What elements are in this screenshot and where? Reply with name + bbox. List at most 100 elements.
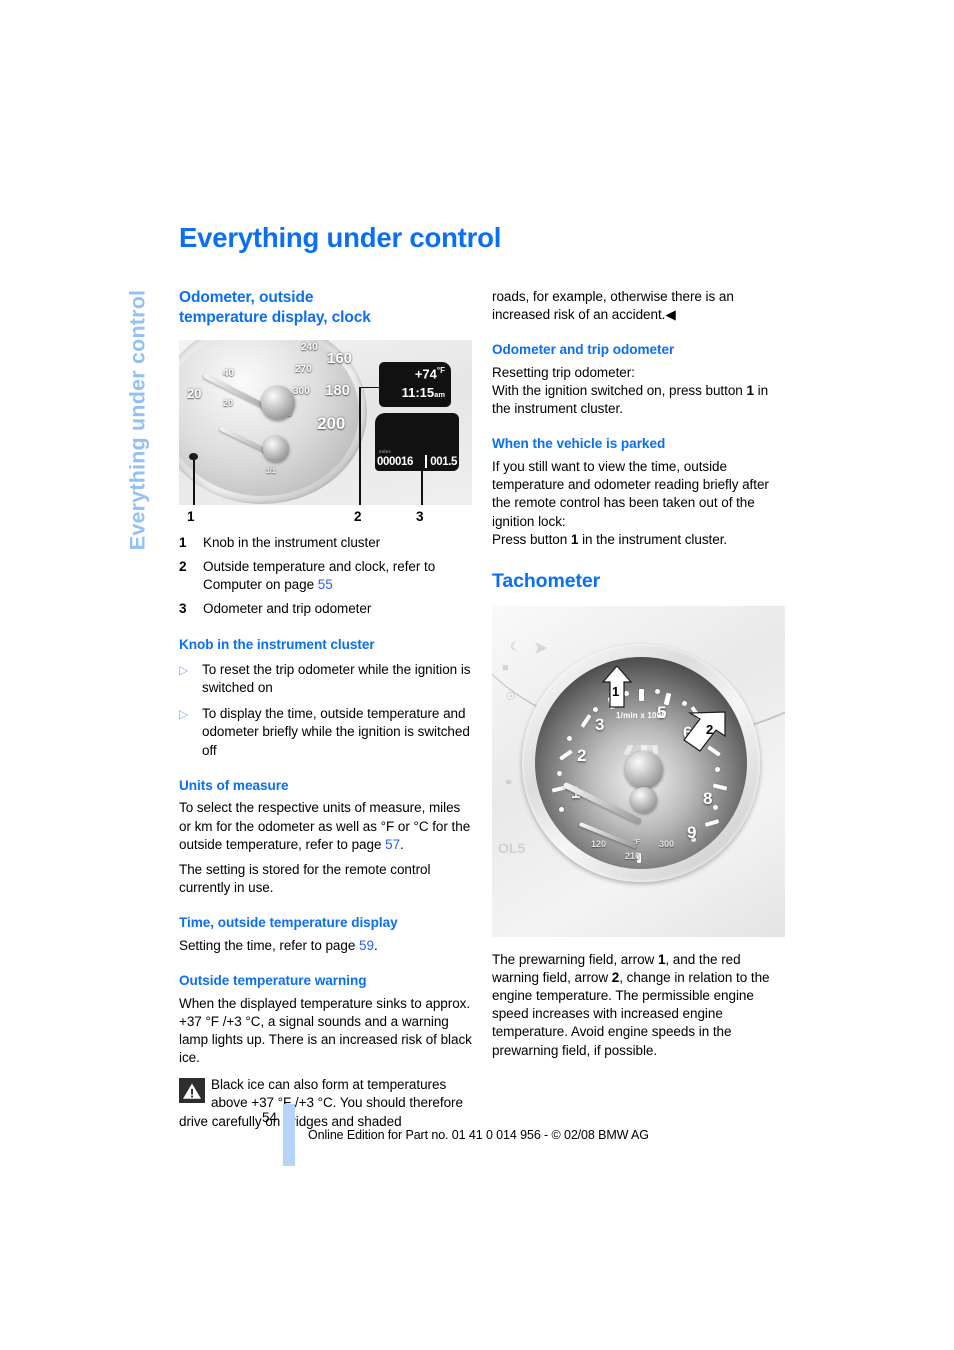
heading-outside-temperature-warning: Outside temperature warning — [179, 973, 367, 989]
warning-continuation-paragraph: roads, for example, otherwise there is a… — [492, 288, 785, 324]
figure-callout-2: 2 — [354, 508, 362, 524]
tach-dot — [559, 806, 564, 812]
bullet-text: To reset the trip odometer while the ign… — [202, 661, 471, 696]
arrow-callout-2-label: 2 — [706, 721, 714, 737]
right-column: roads, for example, otherwise there is a… — [492, 288, 785, 1060]
section-heading-line1: Odometer, outside — [179, 289, 314, 306]
trip-odometer-value: 001.5 — [430, 455, 457, 468]
tach-number-2: 2 — [577, 745, 587, 765]
tachometer-figure: ☾ ➤ ■ ☉ ⚭ OL5 2 3 5 6 8 9 1/min x 1000 1… — [492, 605, 785, 937]
tachometer-hub — [625, 750, 663, 789]
units-paragraph-1: To select the respective units of measur… — [179, 799, 472, 853]
brake-icon: ☉ — [506, 690, 516, 703]
page-number: 54 — [262, 1110, 278, 1125]
figure-callout-3: 3 — [416, 508, 424, 524]
section-heading-line2: temperature display, clock — [179, 308, 371, 326]
speedo-number: 200 — [317, 413, 346, 433]
button-reference-1: 1 — [746, 383, 754, 399]
knob-bullet-list: ▷ To reset the trip odometer while the i… — [179, 661, 472, 760]
bullet-text: To display the time, outside temperature… — [202, 706, 470, 758]
warning-continuation-text: roads, for example, otherwise there is a… — [492, 289, 734, 323]
units-paragraph-1-end: . — [400, 836, 404, 852]
callout-leader-2-h — [359, 386, 387, 389]
tach-dot — [655, 688, 660, 694]
clock-time: 11:15 — [401, 384, 435, 400]
triangle-bullet-icon: ▷ — [179, 662, 189, 677]
figure-legend-list: 1 Knob in the instrument cluster 2 Outsi… — [179, 534, 472, 619]
speedo-number: 20 — [187, 385, 202, 401]
speedo-number: 240 — [301, 341, 318, 353]
time-paragraph-end: . — [373, 937, 378, 953]
chapter-side-tab: Everything under control — [118, 255, 158, 585]
speedo-number: 20 — [223, 397, 234, 408]
tach-dot — [713, 804, 718, 810]
odometer-unit-label: miles — [379, 448, 392, 454]
tach-dot — [557, 770, 562, 776]
legend-item: 1 Knob in the instrument cluster — [179, 534, 472, 552]
bullet-item: ▷ To display the time, outside temperatu… — [179, 705, 472, 759]
odometer-paragraph-2-a: With the ignition switched on, press but… — [492, 383, 747, 399]
heading-knob-in-cluster: Knob in the instrument cluster — [179, 637, 375, 653]
speedometer-hub — [261, 385, 295, 420]
legend-number: 2 — [179, 558, 187, 574]
tach-dot — [715, 766, 720, 772]
legend-number: 3 — [179, 601, 187, 617]
tach-tick — [712, 783, 728, 791]
battery-icon: ■ — [502, 661, 509, 674]
arrow-callout-1-label: 1 — [612, 683, 620, 699]
odometer-paragraph-1: Resetting trip odometer: — [492, 364, 635, 380]
odometer-readouts: 000016 001.5 — [377, 456, 457, 468]
outside-temp-warning-paragraph: When the displayed temperature sinks to … — [179, 995, 472, 1066]
glow-plug-icon: ☾ — [510, 640, 520, 653]
oil-unit-label: °F — [633, 838, 641, 846]
odometer-separator — [425, 454, 427, 468]
tach-tick — [704, 819, 720, 827]
parked-paragraph-2-a: Press button — [492, 531, 571, 547]
triangle-bullet-icon: ▷ — [179, 707, 189, 722]
figure-callout-1: 1 — [187, 508, 195, 524]
legend-item: 3 Odometer and trip odometer — [179, 600, 472, 618]
heading-time-outside-temp-display: Time, outside temperature display — [179, 915, 398, 931]
warning-triangle-svg — [183, 1083, 201, 1100]
page-reference-link[interactable]: 59 — [359, 938, 374, 953]
section-heading-odometer: Odometer, outside temperature display, c… — [179, 288, 472, 328]
seatbelt-icon: ⚭ — [504, 776, 514, 789]
speedometer-face: 20 40 20 240 270 300 330 160 180 200 — [179, 339, 359, 496]
page-reference-link[interactable]: 55 — [318, 577, 333, 592]
warning-callout-block: Black ice can also form at temperatures … — [179, 1076, 472, 1130]
warning-end-marker-icon: ◀ — [665, 307, 676, 323]
speedo-number: 270 — [295, 363, 312, 375]
warning-callout-text: Black ice can also form at temperatures … — [179, 1077, 463, 1129]
oil-label-210: 210 — [625, 850, 641, 861]
outside-temperature-value: +74°F — [379, 366, 445, 381]
footer-text: Online Edition for Part no. 01 41 0 014 … — [308, 1128, 649, 1142]
heading-odometer-trip-odometer: Odometer and trip odometer — [492, 342, 675, 358]
callout-leader-3 — [421, 459, 423, 505]
odometer-display: miles 000016 001.5 — [375, 412, 459, 471]
page-reference-link[interactable]: 57 — [385, 837, 400, 852]
fuel-gauge-hub — [263, 435, 289, 462]
legend-item: 2 Outside temperature and clock, refer t… — [179, 558, 472, 594]
legend-number: 1 — [179, 534, 187, 550]
tach-paragraph-a: The prewarning field, arrow — [492, 951, 658, 967]
clock-value: 11:15am — [379, 385, 445, 400]
tachometer-paragraph: The prewarning field, arrow 1, and the r… — [492, 951, 785, 1060]
tach-dot — [567, 735, 572, 741]
figure-callout-row: 1 2 3 — [179, 505, 472, 529]
legend-text: Odometer and trip odometer — [203, 601, 372, 617]
callout-leader-2-v — [359, 386, 361, 505]
speedo-number: 180 — [325, 381, 351, 399]
tach-dot — [682, 700, 687, 706]
instrument-cluster-knob[interactable] — [189, 452, 198, 460]
legend-text: Outside temperature and clock, refer to … — [203, 558, 472, 594]
oil-label-120: 120 — [591, 838, 607, 849]
temp-number: +74 — [414, 365, 437, 381]
temp-unit: °F — [436, 365, 445, 375]
oil-temp-needle — [578, 821, 638, 849]
odometer-value: 000016 — [377, 455, 413, 468]
speedo-number: 160 — [327, 349, 353, 367]
oil-gauge-hub — [631, 786, 657, 813]
tach-tick — [639, 688, 644, 701]
oil-label-300: 300 — [659, 838, 675, 849]
oil-level-icon: OL5 — [498, 839, 526, 856]
